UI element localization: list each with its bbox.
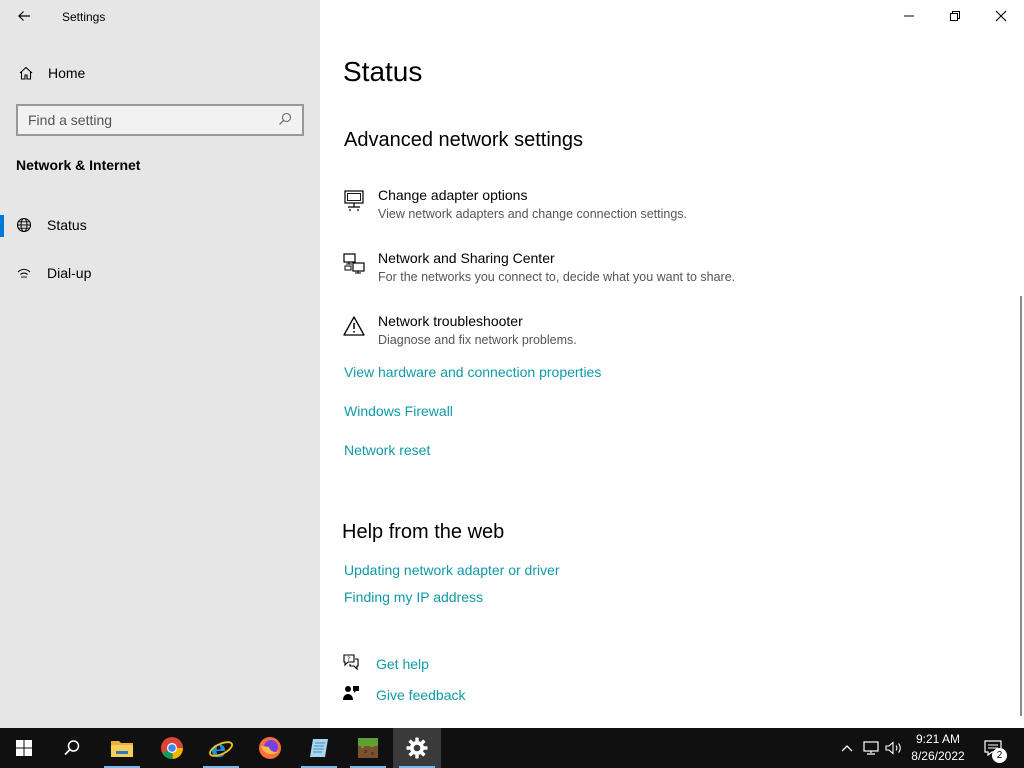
give-feedback-link[interactable]: Give feedback: [342, 684, 466, 706]
close-icon: [995, 10, 1007, 22]
file-explorer-icon: [111, 741, 133, 757]
sharing-center-icon: [342, 249, 378, 297]
taskbar-clock[interactable]: 9:21 AM 8/26/2022: [902, 731, 974, 765]
restore-icon: [950, 11, 960, 21]
network-troubleshooter[interactable]: Network troubleshooter Diagnose and fix …: [342, 312, 942, 360]
close-button[interactable]: [978, 0, 1024, 32]
help-from-web-heading: Help from the web: [342, 521, 505, 543]
minimize-button[interactable]: [886, 0, 932, 32]
sidebar-item-dial-up[interactable]: Dial-up: [0, 254, 320, 292]
setting-item-title: Network troubleshooter: [378, 313, 523, 329]
search-icon: [64, 740, 80, 756]
show-hidden-icons-button[interactable]: [838, 728, 856, 768]
taskbar-firefox[interactable]: [246, 728, 294, 768]
clock-date: 8/26/2022: [911, 749, 965, 763]
main-content: Status Advanced network settings Change …: [320, 0, 1024, 728]
search-box[interactable]: [16, 104, 304, 136]
sidebar: Settings Home Network & Internet Stat: [0, 0, 320, 728]
sidebar-item-label: Status: [47, 217, 87, 233]
globe-icon: [0, 217, 47, 233]
settings-icon: [406, 737, 428, 759]
sidebar-item-label: Home: [48, 65, 86, 81]
minimize-icon: [904, 15, 914, 17]
taskbar-edge[interactable]: e: [197, 728, 245, 768]
setting-item-desc: Diagnose and fix network problems.: [378, 333, 577, 347]
page-title: Status: [343, 56, 423, 87]
setting-item-desc: For the networks you connect to, decide …: [378, 270, 736, 284]
scrollbar[interactable]: [1020, 296, 1022, 716]
setting-item-desc: View network adapters and change connect…: [378, 207, 687, 221]
warning-icon: [342, 312, 378, 360]
chrome-icon: [161, 737, 184, 760]
chat-help-icon: ?: [342, 653, 376, 676]
taskbar: e 9:21 AM 8/26/2022: [0, 728, 1024, 768]
taskbar-file-explorer[interactable]: [98, 728, 146, 768]
network-sharing-center[interactable]: Network and Sharing Center For the netwo…: [342, 249, 942, 297]
network-tray-button[interactable]: [861, 728, 881, 768]
sidebar-item-label: Dial-up: [47, 265, 92, 281]
clock-time: 9:21 AM: [915, 732, 961, 746]
sidebar-section-header: Network & Internet: [16, 157, 141, 173]
give-feedback-label: Give feedback: [376, 687, 466, 703]
notepad-icon: [310, 739, 328, 757]
finding-ip-link[interactable]: Finding my IP address: [344, 589, 483, 605]
home-icon: [0, 65, 48, 81]
search-icon[interactable]: [278, 112, 294, 128]
network-icon: [863, 741, 879, 755]
firefox-icon: [259, 737, 281, 759]
sidebar-item-status[interactable]: Status: [0, 206, 320, 244]
taskbar-chrome[interactable]: [148, 728, 196, 768]
start-button[interactable]: [0, 728, 48, 768]
edge-icon: e: [209, 735, 233, 761]
adapter-icon: [342, 186, 378, 234]
get-help-label: Get help: [376, 656, 429, 672]
restore-button[interactable]: [932, 0, 978, 32]
start-icon: [16, 740, 32, 756]
volume-tray-button[interactable]: [884, 728, 904, 768]
back-button[interactable]: [8, 0, 40, 32]
taskbar-search-button[interactable]: [48, 728, 96, 768]
notification-count-badge: 2: [992, 748, 1007, 763]
taskbar-settings[interactable]: [393, 728, 441, 768]
taskbar-minecraft[interactable]: [344, 728, 392, 768]
network-reset-link[interactable]: Network reset: [344, 442, 430, 458]
svg-text:?: ?: [347, 656, 350, 663]
change-adapter-options[interactable]: Change adapter options View network adap…: [342, 186, 942, 234]
minecraft-icon: [358, 738, 378, 758]
taskbar-notepad[interactable]: [295, 728, 343, 768]
sidebar-item-home[interactable]: Home: [0, 58, 320, 88]
advanced-network-heading: Advanced network settings: [344, 129, 584, 151]
view-hardware-link[interactable]: View hardware and connection properties: [344, 364, 601, 380]
setting-item-title: Network and Sharing Center: [378, 250, 555, 266]
chevron-up-icon: [841, 745, 853, 752]
app-title: Settings: [62, 10, 106, 24]
volume-icon: [885, 741, 901, 755]
updating-adapter-link[interactable]: Updating network adapter or driver: [344, 562, 560, 578]
title-bar-left: Settings: [0, 0, 320, 32]
back-arrow-icon: [18, 11, 30, 21]
windows-firewall-link[interactable]: Windows Firewall: [344, 403, 453, 419]
get-help-link[interactable]: ? Get help: [342, 653, 429, 675]
feedback-icon: [342, 684, 376, 707]
dialup-icon: [0, 265, 47, 281]
search-input[interactable]: [28, 112, 278, 128]
setting-item-title: Change adapter options: [378, 187, 528, 203]
